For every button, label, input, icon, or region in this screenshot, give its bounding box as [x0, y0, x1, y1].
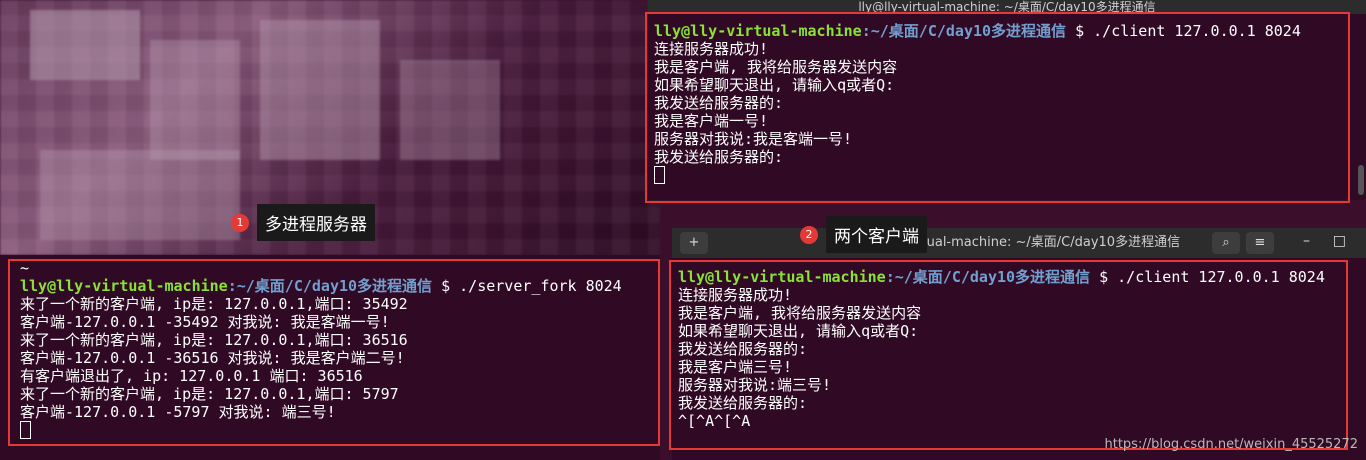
client2-terminal[interactable]: + lly@lly-virtual-machine: ~/桌面/C/day10多…: [672, 228, 1366, 460]
annotation-number: 2: [800, 225, 818, 244]
client1-terminal[interactable]: lly@lly-virtual-machine: ~/桌面/C/day10多进程…: [648, 0, 1366, 200]
output-line: 我是客户端一号!: [654, 112, 769, 130]
output-line: 如果希望聊天退出, 请输入q或者Q:: [678, 322, 919, 340]
plus-icon: +: [688, 235, 700, 250]
minimize-button[interactable]: –: [1303, 232, 1310, 250]
server-terminal[interactable]: ~ lly@lly-virtual-machine:~/桌面/C/day10多进…: [0, 255, 660, 460]
output-line: 我发送给服务器的:: [678, 394, 808, 412]
search-button[interactable]: ⌕: [1212, 232, 1240, 254]
client1-titlebar: lly@lly-virtual-machine: ~/桌面/C/day10多进程…: [648, 0, 1366, 14]
annotation-clients: 2 两个客户端: [800, 216, 927, 253]
prompt-user: lly@lly-virtual-machine: [654, 22, 862, 40]
output-line: 我是客户端, 我将给服务器发送内容: [678, 304, 922, 322]
output-line: 我发送给服务器的:: [678, 340, 808, 358]
tilde-line: ~: [20, 259, 30, 277]
pixelated-region: [40, 150, 240, 240]
output-line: 服务器对我说:我是客端一号!: [654, 130, 853, 148]
annotation-label: 两个客户端: [826, 216, 927, 253]
annotation-server: 1 多进程服务器: [231, 204, 375, 241]
hamburger-menu-icon: ≡: [1254, 235, 1266, 250]
pixelated-region: [260, 20, 380, 160]
output-line: 来了一个新的客户端, ip是: 127.0.0.1,端口: 35492: [20, 295, 408, 313]
annotation-label: 多进程服务器: [257, 204, 375, 241]
prompt-path: :~/桌面/C/day10多进程通信: [885, 268, 1091, 286]
output-line: 有客户端退出了, ip: 127.0.0.1 端口: 36516: [20, 367, 363, 385]
search-icon: ⌕: [1222, 235, 1230, 250]
output-line: 客户端-127.0.0.1 -36516 对我说: 我是客户端二号!: [20, 349, 405, 367]
menu-button[interactable]: ≡: [1246, 232, 1274, 254]
prompt-path: :~/桌面/C/day10多进程通信: [227, 277, 433, 295]
output-line: ^[^A^[^A: [678, 412, 751, 430]
maximize-button[interactable]: □: [1333, 232, 1346, 250]
prompt-user: lly@lly-virtual-machine: [678, 268, 886, 286]
pixelated-region: [150, 40, 240, 160]
output-line: 连接服务器成功!: [654, 40, 769, 58]
scrollbar[interactable]: [1358, 165, 1364, 195]
output-line: 服务器对我说:端三号!: [678, 376, 832, 394]
output-line: 如果希望聊天退出, 请输入q或者Q:: [654, 76, 895, 94]
output-line: 我发送给服务器的:: [654, 94, 784, 112]
text-cursor: [20, 421, 31, 439]
new-tab-button[interactable]: +: [680, 232, 708, 254]
client2-titlebar: + lly@lly-virtual-machine: ~/桌面/C/day10多…: [672, 228, 1366, 258]
prompt-path: :~/桌面/C/day10多进程通信: [861, 22, 1067, 40]
command-text: $ ./server_fork 8024: [441, 277, 622, 295]
command-text: $ ./client 127.0.0.1 8024: [1075, 22, 1301, 40]
annotation-number: 1: [231, 213, 249, 232]
output-line: 来了一个新的客户端, ip是: 127.0.0.1,端口: 36516: [20, 331, 408, 349]
pixelated-region: [400, 60, 500, 160]
text-cursor: [654, 166, 665, 184]
prompt-user: lly@lly-virtual-machine: [20, 277, 228, 295]
command-text: $ ./client 127.0.0.1 8024: [1099, 268, 1325, 286]
output-line: 我是客户端三号!: [678, 358, 793, 376]
watermark: https://blog.csdn.net/weixin_45525272: [1104, 437, 1358, 452]
client2-output: lly@lly-virtual-machine:~/桌面/C/day10多进程通…: [678, 268, 1325, 430]
output-line: 连接服务器成功!: [678, 286, 793, 304]
output-line: 来了一个新的客户端, ip是: 127.0.0.1,端口: 5797: [20, 385, 399, 403]
server-output: ~ lly@lly-virtual-machine:~/桌面/C/day10多进…: [20, 259, 622, 439]
output-line: 客户端-127.0.0.1 -5797 对我说: 端三号!: [20, 403, 336, 421]
client1-title: lly@lly-virtual-machine: ~/桌面/C/day10多进程…: [858, 0, 1156, 14]
output-line: 我发送给服务器的:: [654, 148, 784, 166]
output-line: 客户端-127.0.0.1 -35492 对我说: 我是客端一号!: [20, 313, 390, 331]
output-line: 我是客户端, 我将给服务器发送内容: [654, 58, 898, 76]
pixelated-region: [30, 10, 140, 80]
client1-output: lly@lly-virtual-machine:~/桌面/C/day10多进程通…: [654, 22, 1301, 184]
